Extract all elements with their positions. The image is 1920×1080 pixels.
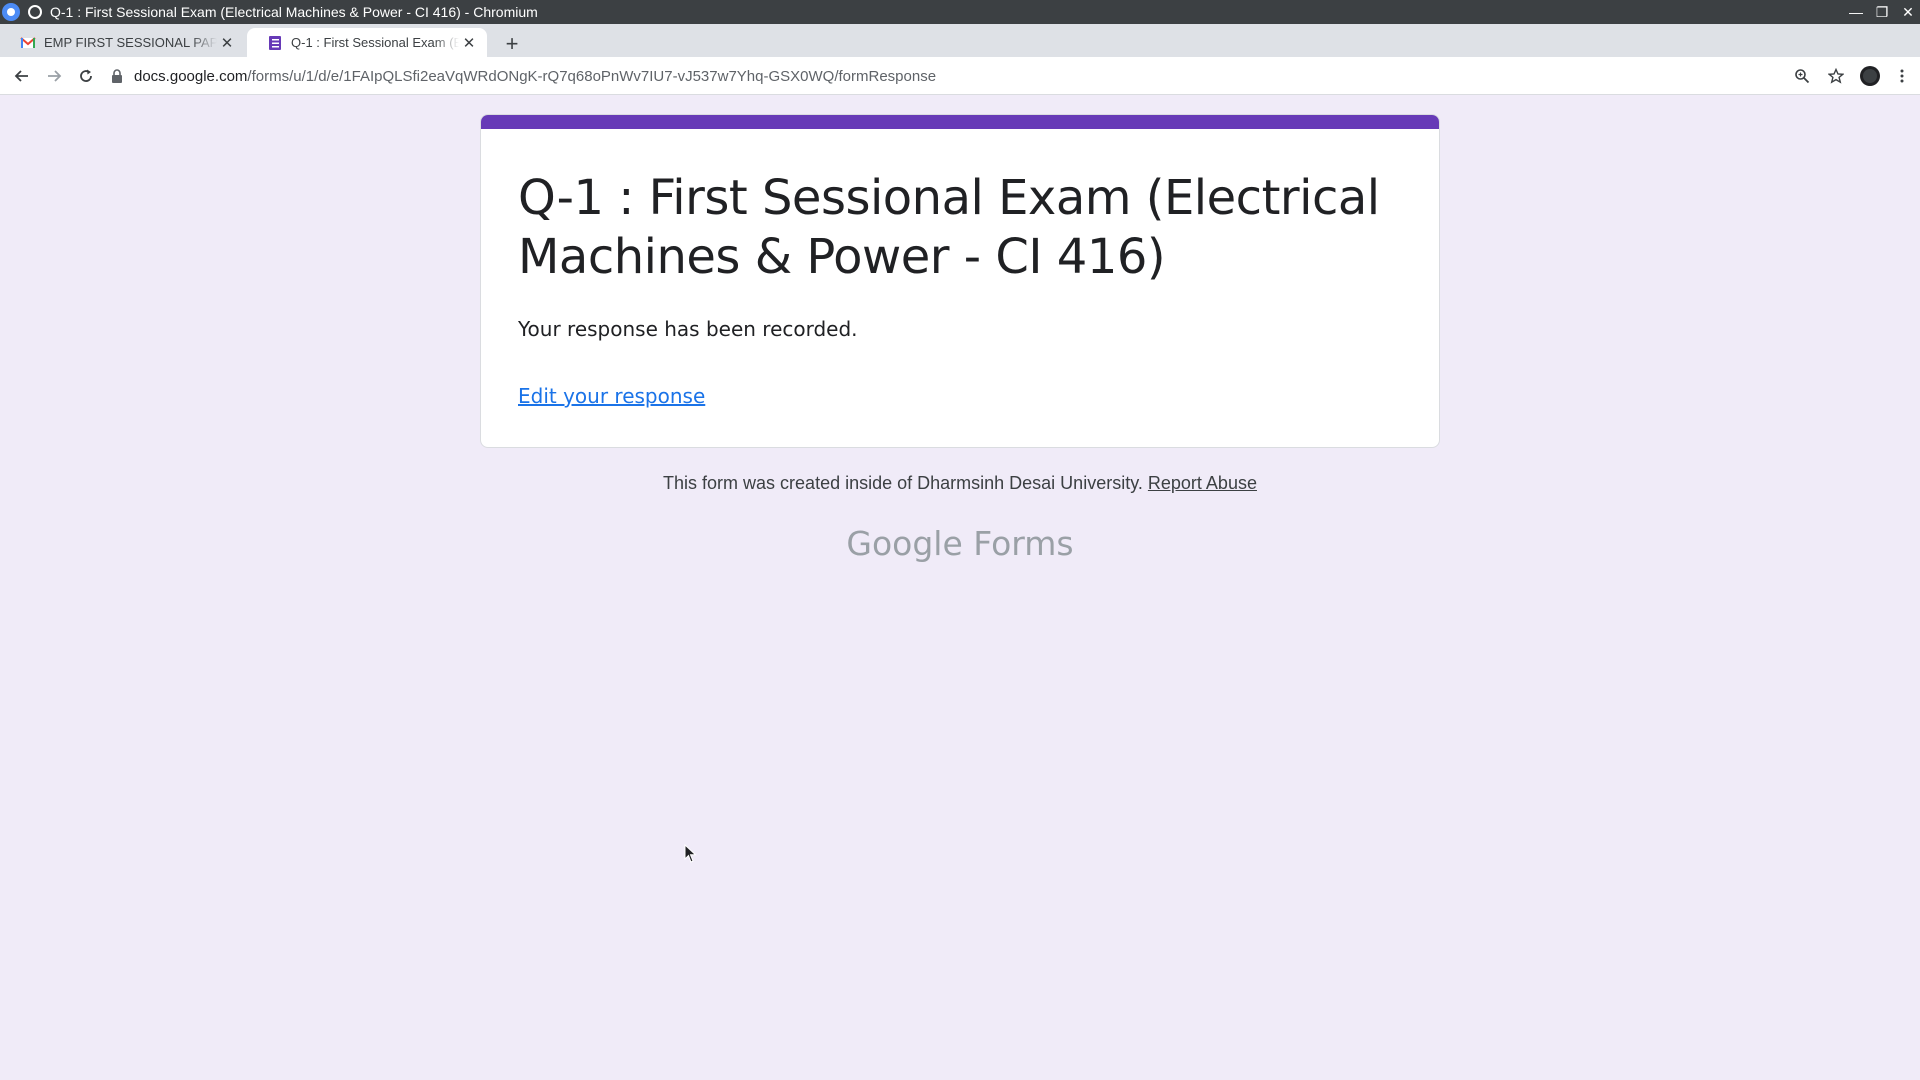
tab-google-forms[interactable]: Q-1 : First Sessional Exam (Electrical M…	[247, 28, 487, 57]
response-recorded-message: Your response has been recorded.	[518, 317, 858, 341]
close-window-icon[interactable]: ✕	[1896, 0, 1920, 24]
close-tab-icon[interactable]: ✕	[217, 33, 237, 53]
tab-strip: EMP FIRST SESSIONAL PAPER ✕ Q-1 : First …	[0, 24, 1920, 57]
window-controls: — ❐ ✕	[1842, 0, 1920, 24]
browser-toolbar: docs.google.com/forms/u/1/d/e/1FAIpQLSfi…	[0, 57, 1920, 95]
forward-arrow-icon[interactable]	[38, 60, 70, 92]
zoom-icon[interactable]	[1786, 60, 1818, 92]
footer-note-text: This form was created inside of Dharmsin…	[663, 473, 1143, 493]
brand-forms: Forms	[973, 524, 1074, 563]
tab-label: EMP FIRST SESSIONAL PAPER	[44, 35, 217, 50]
mouse-cursor-icon	[684, 844, 697, 863]
tab-label: Q-1 : First Sessional Exam (Electrical M…	[291, 35, 459, 50]
tab-gmail[interactable]: EMP FIRST SESSIONAL PAPER ✕	[0, 28, 245, 57]
lock-icon[interactable]	[110, 69, 124, 83]
url-host: docs.google.com	[134, 67, 248, 85]
reload-icon[interactable]	[70, 60, 102, 92]
window-pin-icon[interactable]	[28, 5, 42, 19]
brand-google: Google	[846, 524, 963, 563]
window-title: Q-1 : First Sessional Exam (Electrical M…	[50, 4, 538, 20]
chromium-icon	[2, 3, 20, 21]
address-bar[interactable]: docs.google.com/forms/u/1/d/e/1FAIpQLSfi…	[110, 60, 1840, 92]
toolbar-actions	[1786, 57, 1920, 95]
form-response-card: Q-1 : First Sessional Exam (Electrical M…	[480, 114, 1440, 448]
profile-avatar-icon[interactable]	[1854, 60, 1886, 92]
minimize-icon[interactable]: —	[1844, 0, 1868, 24]
window-titlebar: Q-1 : First Sessional Exam (Electrical M…	[0, 0, 1920, 24]
bookmark-star-icon[interactable]	[1820, 60, 1852, 92]
google-forms-icon	[269, 35, 281, 50]
form-title: Q-1 : First Sessional Exam (Electrical M…	[518, 170, 1380, 285]
new-tab-plus-icon[interactable]: +	[498, 30, 526, 58]
back-arrow-icon[interactable]	[6, 60, 38, 92]
browser-menu-icon[interactable]	[1886, 60, 1918, 92]
gmail-icon	[20, 36, 36, 48]
card-accent-bar	[481, 115, 1439, 129]
url-path: /forms/u/1/d/e/1FAIpQLSfi2eaVqWRdONgK-rQ…	[247, 67, 937, 85]
form-footer: This form was created inside of Dharmsin…	[0, 473, 1920, 494]
close-tab-icon[interactable]: ✕	[459, 33, 479, 53]
edit-response-link[interactable]: Edit your response	[518, 384, 705, 408]
maximize-icon[interactable]: ❐	[1870, 0, 1894, 24]
google-forms-logo[interactable]: Google Forms	[0, 524, 1920, 563]
report-abuse-link[interactable]: Report Abuse	[1148, 473, 1257, 493]
